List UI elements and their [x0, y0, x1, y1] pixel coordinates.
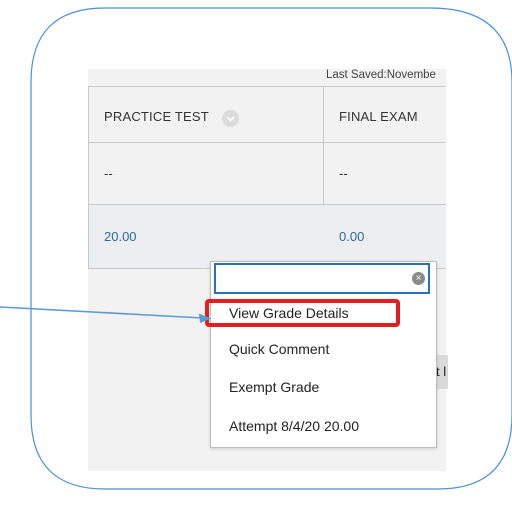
clear-search-icon[interactable]: × — [412, 272, 425, 285]
partially-hidden-button[interactable]: t l — [436, 355, 448, 389]
column-options-button[interactable] — [222, 110, 239, 127]
column-header-practice-test[interactable]: PRACTICE TEST — [104, 85, 209, 149]
column-header-final-exam[interactable]: FINAL EXAM — [339, 85, 418, 149]
menu-item-quick-comment[interactable]: Quick Comment — [229, 341, 329, 357]
menu-item-attempt[interactable]: Attempt 8/4/20 20.00 — [229, 418, 359, 434]
grade-cell-final-exam[interactable]: 0.00 — [339, 205, 364, 269]
callout-highlight-box — [205, 299, 400, 327]
menu-item-exempt-grade[interactable]: Exempt Grade — [229, 379, 319, 395]
last-saved-status: Last Saved:Novembe — [326, 69, 436, 81]
grade-cell-final-exam[interactable]: -- — [339, 142, 348, 206]
grade-cell-practice-test[interactable]: 20.00 — [104, 205, 137, 269]
partially-hidden-button-label: t l — [436, 364, 447, 379]
chevron-down-icon — [226, 115, 235, 122]
grade-cell-practice-test[interactable]: -- — [104, 142, 113, 206]
score-row-bg — [89, 205, 446, 268]
menu-search-input[interactable] — [214, 263, 430, 294]
